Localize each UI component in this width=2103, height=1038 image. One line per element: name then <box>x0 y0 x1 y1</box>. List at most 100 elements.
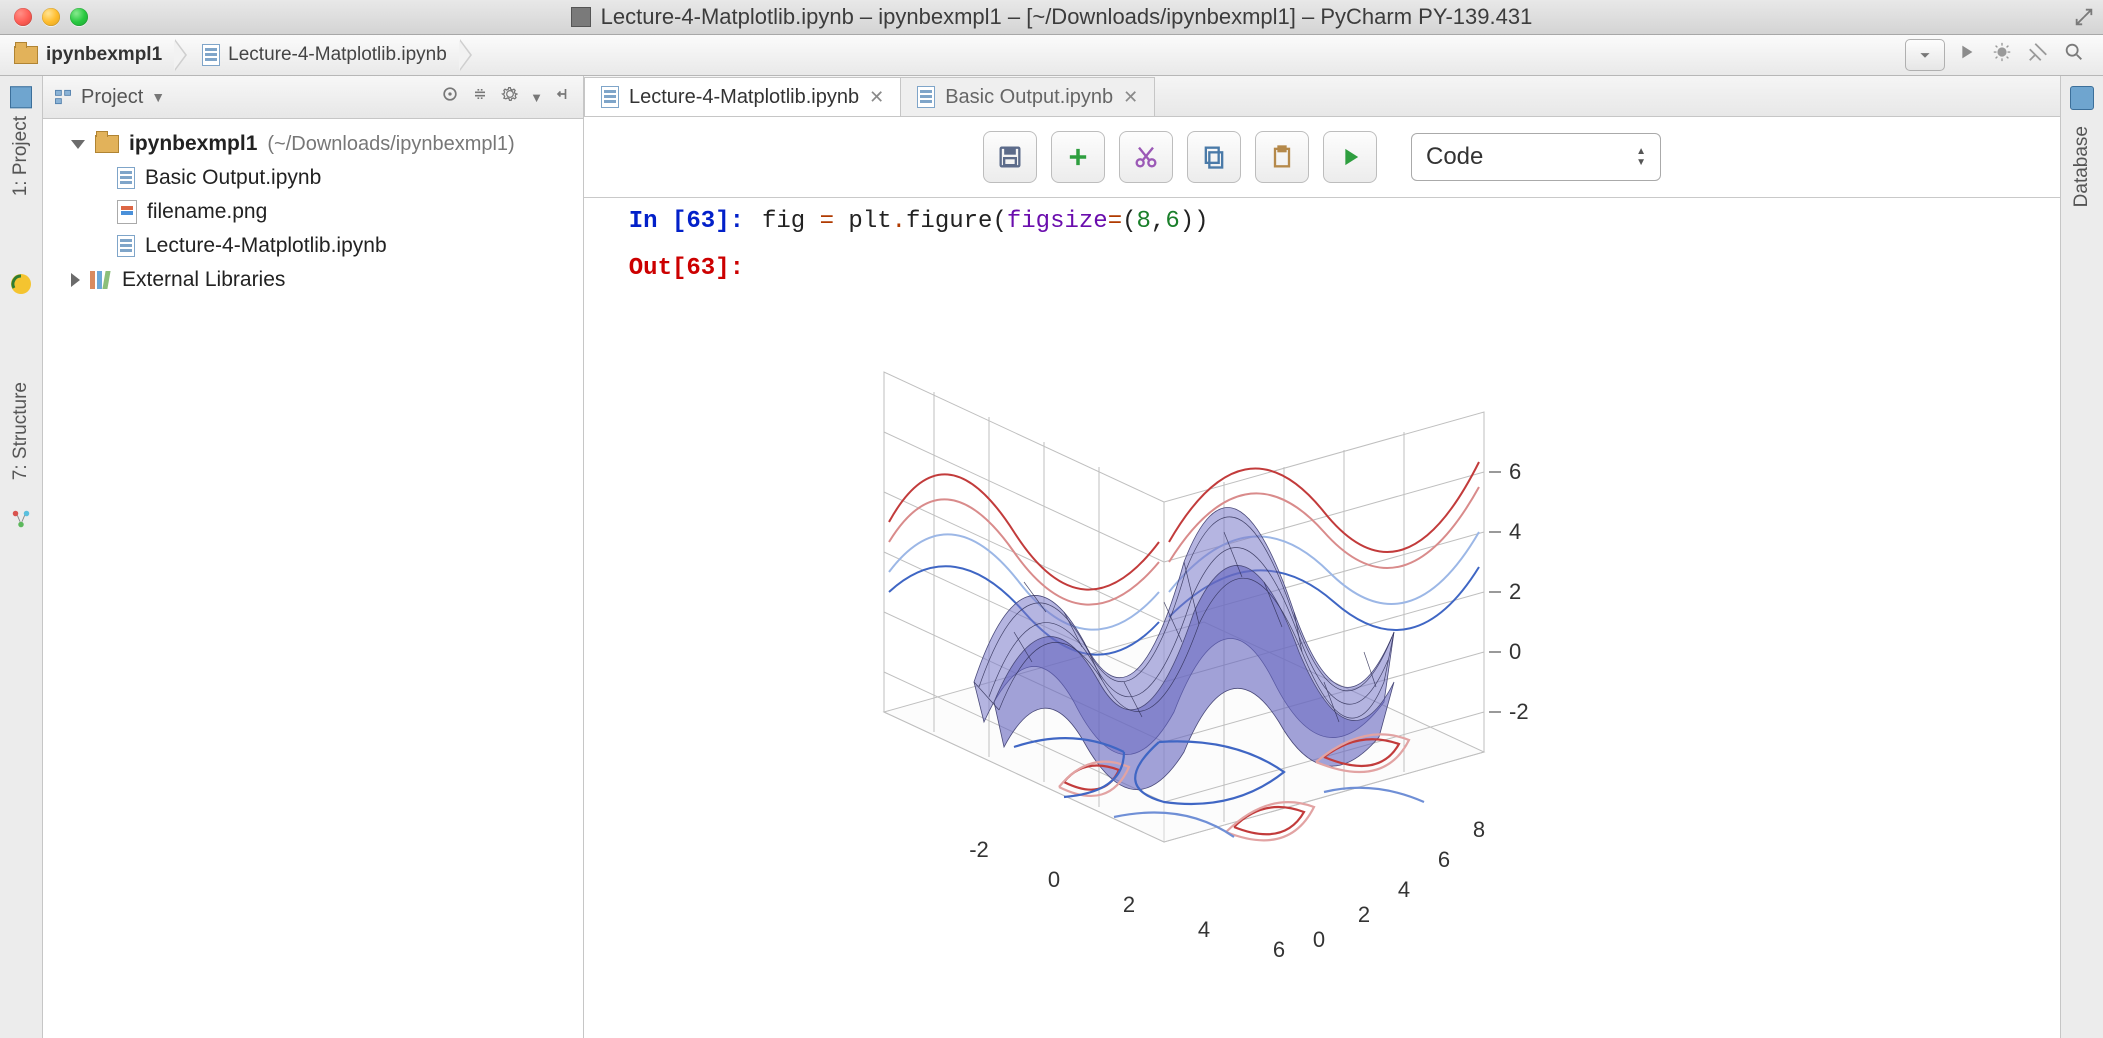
notebook-toolbar: Code ▲▼ <box>584 117 2060 198</box>
close-tab-icon[interactable]: ✕ <box>869 87 884 108</box>
left-tool-window-strip: 1: Project 7: Structure <box>0 76 43 1038</box>
project-panel-header: Project ▼ ▼ <box>43 76 583 119</box>
file-name: filename.png <box>147 200 267 224</box>
editor-tab[interactable]: Basic Output.ipynb ✕ <box>900 77 1155 116</box>
paste-button[interactable] <box>1255 131 1309 183</box>
svg-text:4: 4 <box>1509 519 1521 544</box>
tool-window-tab-database[interactable]: Database <box>2071 126 2093 207</box>
file-name: Basic Output.ipynb <box>145 166 321 190</box>
svg-text:4: 4 <box>1198 917 1210 942</box>
notebook-content[interactable]: In [63]: fig = plt.figure(figsize=(8,6))… <box>584 198 2060 1038</box>
project-root-name: ipynbexmpl1 <box>129 132 257 156</box>
input-prompt: In [63]: <box>624 208 744 235</box>
tree-file-node[interactable]: Basic Output.ipynb <box>49 161 577 195</box>
notebook-icon <box>601 86 619 108</box>
editor-tab-active[interactable]: Lecture-4-Matplotlib.ipynb ✕ <box>584 77 901 116</box>
svg-text:6: 6 <box>1438 847 1450 872</box>
right-tool-window-strip: Database <box>2060 76 2103 1038</box>
editor-tabs: Lecture-4-Matplotlib.ipynb ✕ Basic Outpu… <box>584 76 2060 117</box>
search-everywhere-button[interactable] <box>2059 37 2089 73</box>
svg-text:6: 6 <box>1509 459 1521 484</box>
navigation-bar: ipynbexmpl1 Lecture-4-Matplotlib.ipynb <box>0 35 2103 76</box>
folder-icon <box>95 135 119 153</box>
tree-root-node[interactable]: ipynbexmpl1 (~/Downloads/ipynbexmpl1) <box>49 127 577 161</box>
run-cell-button[interactable] <box>1323 131 1377 183</box>
project-view-selector[interactable]: Project ▼ <box>53 86 165 109</box>
matplotlib-3d-plot: -2 0 2 4 6 <box>764 282 1584 962</box>
breadcrumb-label: Lecture-4-Matplotlib.ipynb <box>228 44 447 66</box>
svg-text:2: 2 <box>1509 579 1521 604</box>
notebook-icon <box>202 44 220 66</box>
cell-type-label: Code <box>1426 143 1483 171</box>
notebook-cell[interactable]: In [63]: fig = plt.figure(figsize=(8,6))… <box>624 208 2020 968</box>
project-tool-window: Project ▼ ▼ ipynbexmpl1 (~/Downloads/ipy… <box>43 76 584 1038</box>
settings-dropdown-icon[interactable]: ▼ <box>530 90 543 105</box>
libraries-icon <box>90 271 112 289</box>
notebook-icon <box>117 235 135 257</box>
database-tool-icon <box>2070 86 2094 110</box>
file-name: Lecture-4-Matplotlib.ipynb <box>145 234 387 258</box>
add-cell-button[interactable] <box>1051 131 1105 183</box>
tool-window-tab-project[interactable]: 1: Project <box>10 86 32 196</box>
project-tool-icon <box>10 86 32 108</box>
run-config-dropdown[interactable] <box>1905 39 1945 71</box>
project-view-icon <box>53 87 73 107</box>
project-tree[interactable]: ipynbexmpl1 (~/Downloads/ipynbexmpl1) Ba… <box>43 119 583 305</box>
svg-text:0: 0 <box>1048 867 1060 892</box>
expand-toggle-icon[interactable] <box>71 140 85 149</box>
minimize-window-button[interactable] <box>42 8 60 26</box>
external-libraries-label: External Libraries <box>122 268 285 292</box>
coverage-button[interactable] <box>2023 37 2053 73</box>
svg-text:8: 8 <box>1473 817 1485 842</box>
svg-text:-2: -2 <box>1509 699 1529 724</box>
settings-gear-icon[interactable] <box>500 84 520 110</box>
zoom-window-button[interactable] <box>70 8 88 26</box>
svg-text:4: 4 <box>1398 877 1410 902</box>
code-input[interactable]: fig = plt.figure(figsize=(8,6)) <box>762 208 1209 235</box>
structure-tool-icon <box>10 508 32 530</box>
output-prompt: Out[63]: <box>624 255 744 282</box>
app-icon <box>571 7 591 27</box>
svg-text:6: 6 <box>1273 937 1285 962</box>
breadcrumb-project-root[interactable]: ipynbexmpl1 <box>6 35 176 75</box>
breadcrumb-label: ipynbexmpl1 <box>46 44 162 66</box>
tool-window-tab-structure[interactable]: 7: Structure <box>10 382 32 480</box>
stepper-arrows-icon: ▲▼ <box>1636 146 1646 168</box>
pycharm-logo-icon <box>9 272 33 296</box>
window-traffic-lights <box>0 8 88 26</box>
hide-panel-icon[interactable] <box>553 84 573 110</box>
window-title: Lecture-4-Matplotlib.ipynb – ipynbexmpl1… <box>601 4 1533 30</box>
svg-text:2: 2 <box>1123 892 1135 917</box>
chevron-down-icon: ▼ <box>151 89 165 105</box>
expand-toggle-icon[interactable] <box>71 273 80 287</box>
run-button[interactable] <box>1951 37 1981 73</box>
folder-icon <box>14 46 38 64</box>
svg-text:0: 0 <box>1313 927 1325 952</box>
tree-file-node[interactable]: filename.png <box>49 195 577 229</box>
notebook-icon <box>117 167 135 189</box>
svg-text:0: 0 <box>1509 639 1521 664</box>
scroll-from-source-icon[interactable] <box>440 84 460 110</box>
collapse-all-icon[interactable] <box>470 84 490 110</box>
project-root-path: (~/Downloads/ipynbexmpl1) <box>267 133 514 156</box>
svg-text:-2: -2 <box>969 837 989 862</box>
breadcrumb-file[interactable]: Lecture-4-Matplotlib.ipynb <box>194 35 461 75</box>
tab-label: Lecture-4-Matplotlib.ipynb <box>629 86 859 109</box>
maximize-icon[interactable] <box>2073 6 2095 28</box>
notebook-icon <box>917 86 935 108</box>
image-file-icon <box>117 200 137 224</box>
cell-output: -2 0 2 4 6 <box>624 282 2020 968</box>
project-panel-title: Project <box>81 86 143 109</box>
debug-button[interactable] <box>1987 37 2017 73</box>
close-window-button[interactable] <box>14 8 32 26</box>
save-button[interactable] <box>983 131 1037 183</box>
cut-button[interactable] <box>1119 131 1173 183</box>
external-libraries-node[interactable]: External Libraries <box>49 263 577 297</box>
svg-text:2: 2 <box>1358 902 1370 927</box>
tree-file-node[interactable]: Lecture-4-Matplotlib.ipynb <box>49 229 577 263</box>
editor-area: Lecture-4-Matplotlib.ipynb ✕ Basic Outpu… <box>584 76 2060 1038</box>
tab-label: Basic Output.ipynb <box>945 86 1113 109</box>
copy-button[interactable] <box>1187 131 1241 183</box>
close-tab-icon[interactable]: ✕ <box>1123 87 1138 108</box>
cell-type-selector[interactable]: Code ▲▼ <box>1411 133 1661 181</box>
